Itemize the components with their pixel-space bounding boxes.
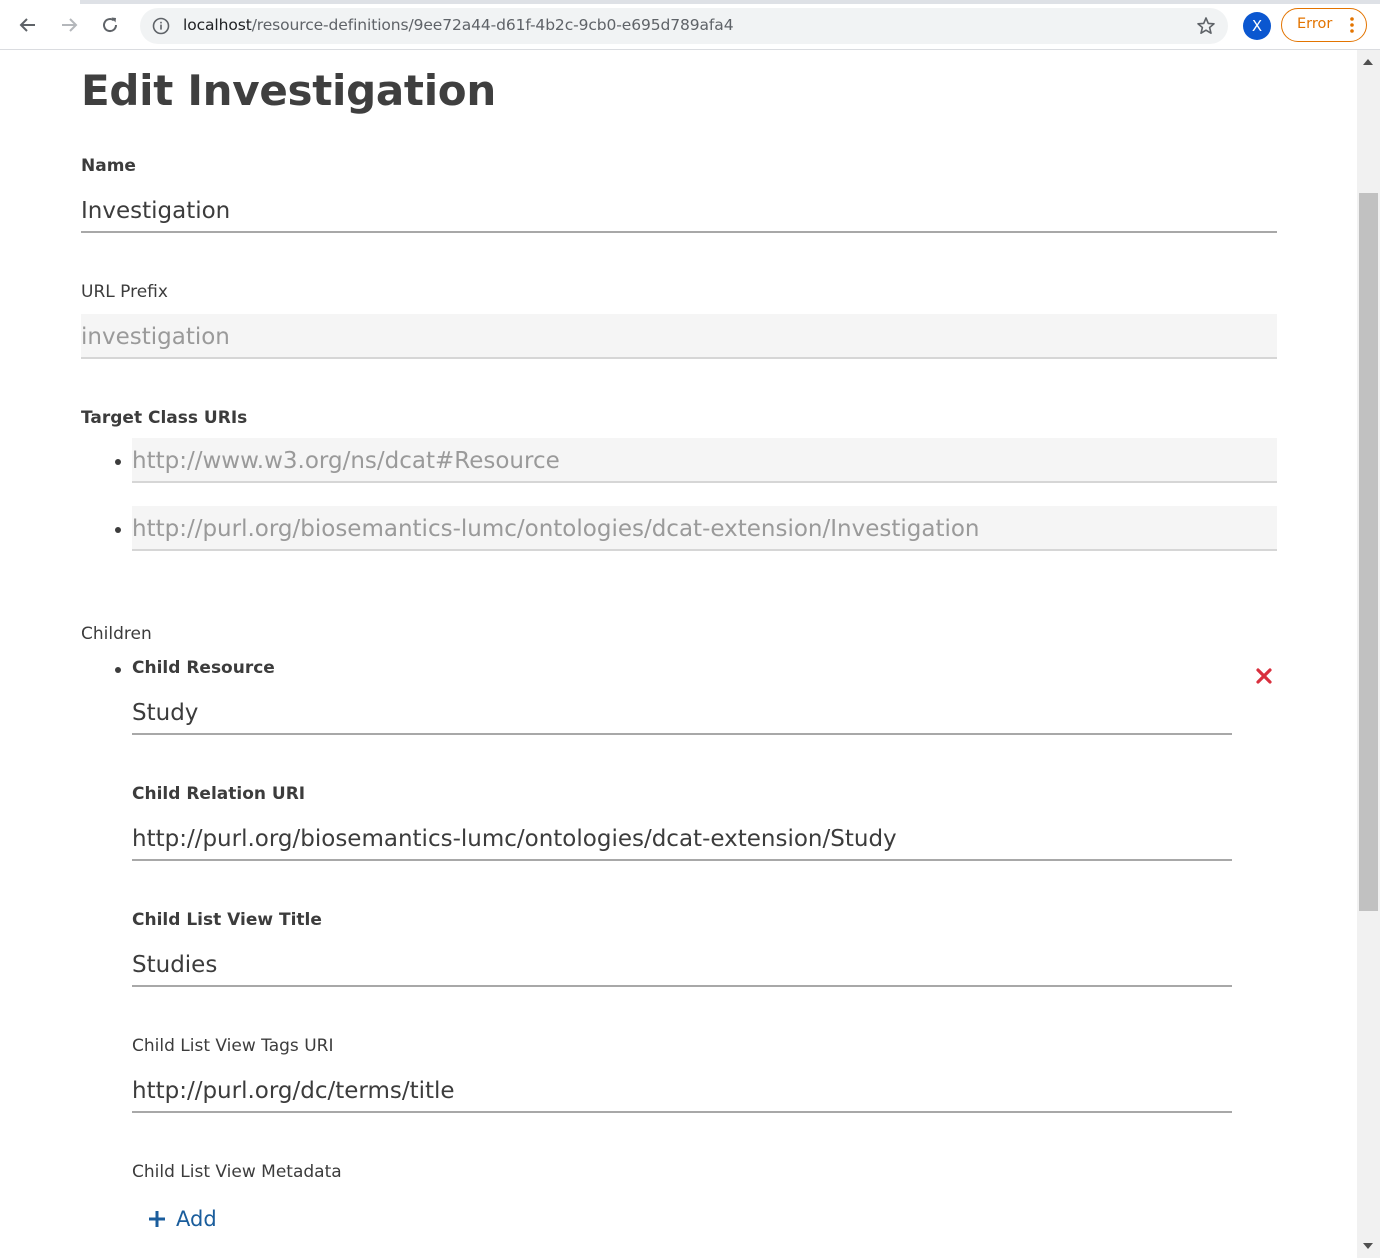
error-button[interactable]: Error bbox=[1281, 8, 1367, 42]
child-list-view-tags-uri-label: Child List View Tags URI bbox=[132, 1036, 334, 1056]
name-value: Investigation bbox=[81, 198, 231, 224]
child-list-view-tags-uri-field[interactable]: http://purl.org/dc/terms/title bbox=[132, 1068, 1232, 1113]
url-prefix-field: investigation bbox=[81, 314, 1277, 359]
error-label: Error bbox=[1297, 16, 1333, 32]
forward-arrow-icon bbox=[62, 18, 78, 32]
back-arrow-icon bbox=[19, 18, 35, 32]
url-host: localhost bbox=[183, 16, 252, 34]
address-bar[interactable]: localhost/resource-definitions/9ee72a44-… bbox=[140, 8, 1228, 44]
child-list-view-title-label: Child List View Title bbox=[132, 910, 322, 930]
browser-toolbar: localhost/resource-definitions/9ee72a44-… bbox=[0, 0, 1380, 50]
more-vert-icon bbox=[1350, 17, 1354, 33]
child-relation-uri-field[interactable]: http://purl.org/biosemantics-lumc/ontolo… bbox=[132, 816, 1232, 861]
list-bullet bbox=[115, 459, 121, 465]
forward-button[interactable] bbox=[54, 10, 84, 40]
child-list-view-title-field[interactable]: Studies bbox=[132, 942, 1232, 987]
page-scrollbar[interactable] bbox=[1357, 50, 1380, 1258]
reload-button[interactable] bbox=[95, 10, 125, 40]
profile-avatar[interactable]: X bbox=[1243, 12, 1271, 40]
name-label: Name bbox=[81, 156, 136, 176]
page-title: Edit Investigation bbox=[81, 66, 496, 115]
page-content: Edit Investigation Name Investigation UR… bbox=[0, 50, 1357, 1258]
scroll-down-arrow-icon[interactable] bbox=[1363, 1243, 1373, 1249]
url-text[interactable]: localhost/resource-definitions/9ee72a44-… bbox=[183, 16, 734, 34]
child-relation-uri-value: http://purl.org/biosemantics-lumc/ontolo… bbox=[132, 826, 897, 852]
tab-strip-edge bbox=[80, 0, 1380, 4]
child-resource-value: Study bbox=[132, 700, 199, 726]
target-class-uri-field-2: http://purl.org/biosemantics-lumc/ontolo… bbox=[132, 506, 1277, 551]
target-class-uri-value: http://purl.org/biosemantics-lumc/ontolo… bbox=[132, 516, 980, 542]
scroll-thumb[interactable] bbox=[1359, 193, 1378, 911]
name-field[interactable]: Investigation bbox=[81, 188, 1277, 233]
child-list-view-title-value: Studies bbox=[132, 952, 218, 978]
star-icon[interactable] bbox=[1196, 16, 1216, 36]
child-list-view-tags-uri-value: http://purl.org/dc/terms/title bbox=[132, 1078, 455, 1104]
remove-child-icon[interactable] bbox=[1255, 667, 1273, 685]
child-list-view-metadata-label: Child List View Metadata bbox=[132, 1162, 342, 1182]
child-resource-field[interactable]: Study bbox=[132, 690, 1232, 735]
list-bullet bbox=[115, 667, 121, 673]
info-icon[interactable] bbox=[152, 17, 170, 35]
url-prefix-label: URL Prefix bbox=[81, 282, 168, 302]
reload-icon bbox=[103, 17, 118, 33]
scroll-up-arrow-icon[interactable] bbox=[1363, 59, 1373, 65]
url-path: /resource-definitions/9ee72a44-d61f-4b2c… bbox=[251, 16, 734, 34]
target-class-uri-value: http://www.w3.org/ns/dcat#Resource bbox=[132, 448, 560, 474]
children-label: Children bbox=[81, 624, 152, 644]
add-metadata-button[interactable]: Add bbox=[148, 1205, 217, 1233]
target-class-uris-label: Target Class URIs bbox=[81, 408, 248, 428]
add-label: Add bbox=[176, 1207, 217, 1231]
plus-icon bbox=[149, 1211, 165, 1227]
list-bullet bbox=[115, 527, 121, 533]
target-class-uri-field-1: http://www.w3.org/ns/dcat#Resource bbox=[132, 438, 1277, 483]
child-resource-label: Child Resource bbox=[132, 658, 275, 678]
url-prefix-value: investigation bbox=[81, 324, 230, 350]
child-relation-uri-label: Child Relation URI bbox=[132, 784, 306, 804]
back-button[interactable] bbox=[13, 10, 43, 40]
